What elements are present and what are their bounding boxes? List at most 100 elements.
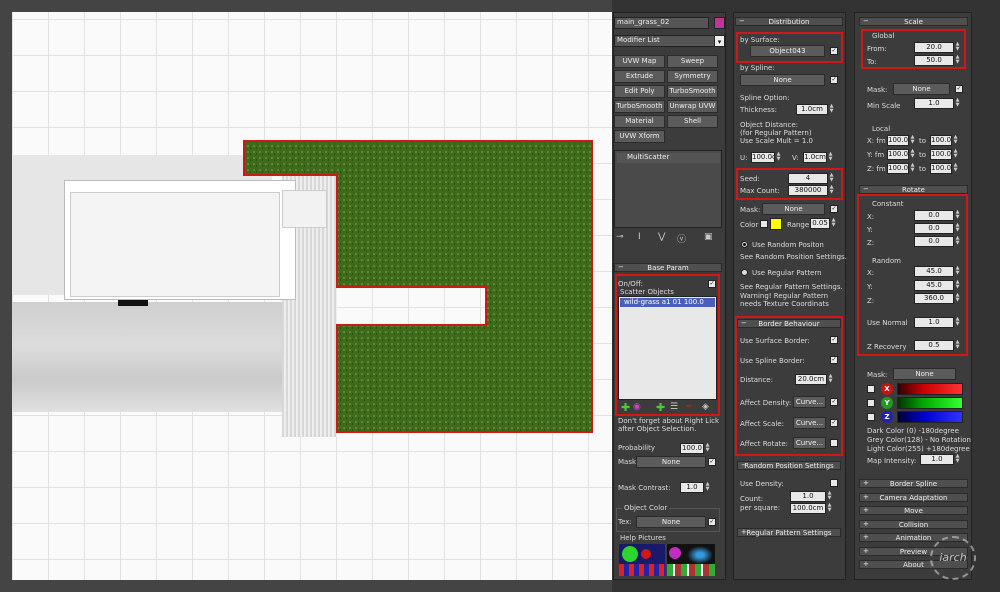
pin-stack-icon[interactable]: ⊸ bbox=[616, 232, 624, 242]
mask-checkbox[interactable]: ✓ bbox=[708, 458, 716, 466]
tex-map-button[interactable]: None bbox=[636, 516, 706, 528]
modifier-button-sweep[interactable]: Sweep bbox=[667, 55, 718, 68]
modifier-button-extrude[interactable]: Extrude bbox=[614, 70, 665, 83]
viewport[interactable] bbox=[0, 0, 612, 592]
z-map-swatch[interactable] bbox=[897, 411, 963, 423]
mask-label: Mask bbox=[618, 458, 637, 466]
local-z-from-spinner[interactable]: ▲ ▼ bbox=[910, 163, 915, 174]
rollout-border-spline[interactable]: + Border Spline bbox=[859, 479, 968, 488]
dist-mask-checkbox[interactable]: ✓ bbox=[830, 205, 838, 213]
modifier-button-turbosmooth[interactable]: TurboSmooth bbox=[614, 100, 665, 113]
color-swatch[interactable] bbox=[770, 218, 782, 230]
color-checkbox[interactable] bbox=[760, 220, 768, 228]
global-scale-highlight bbox=[861, 29, 966, 69]
see-random-label: See Random Position Settings. bbox=[740, 253, 847, 261]
rollout-collision[interactable]: + Collision bbox=[859, 519, 968, 529]
map-intensity-spinner[interactable]: ▲ ▼ bbox=[955, 454, 960, 465]
min-scale-field[interactable]: 1.0 bbox=[914, 98, 954, 109]
y-map-checkbox[interactable] bbox=[867, 399, 875, 407]
spline-object-button[interactable]: None bbox=[740, 74, 825, 86]
per-square-spinner[interactable]: ▲ ▼ bbox=[827, 503, 832, 514]
local-x-from-spinner[interactable]: ▲ ▼ bbox=[910, 135, 915, 146]
z-axis-icon: Z bbox=[881, 411, 893, 423]
mask-contrast-field[interactable]: 1.0 bbox=[680, 482, 704, 493]
object-name-field[interactable]: main_grass_02 bbox=[614, 17, 709, 29]
modifier-button-unwrap-uvw[interactable]: Unwrap UVW bbox=[667, 100, 718, 113]
modifier-list-dropdown[interactable]: Modifier List bbox=[614, 35, 717, 47]
rollout-camera-adaptation[interactable]: + Camera Adaptation bbox=[859, 492, 968, 502]
random-position-radio[interactable] bbox=[741, 241, 748, 248]
object-color-swatch[interactable] bbox=[714, 17, 725, 29]
show-end-result-icon[interactable]: Ⅰ bbox=[638, 232, 641, 242]
u-spinner[interactable]: ▲ ▼ bbox=[776, 152, 781, 163]
count-spinner[interactable]: ▲ ▼ bbox=[827, 491, 832, 502]
configure-sets-icon[interactable]: ▣ bbox=[704, 232, 713, 242]
help-picture-1[interactable] bbox=[619, 544, 665, 576]
dist-mask-label: Mask: bbox=[740, 206, 761, 214]
use-random-label: Use Random Positon bbox=[752, 241, 824, 249]
stack-item-multiscatter[interactable]: MultiScatter bbox=[617, 153, 720, 163]
map-intensity-field[interactable]: 1.0 bbox=[920, 454, 954, 465]
range-spinner[interactable]: ▲ ▼ bbox=[831, 218, 836, 229]
probability-field[interactable]: 100.0 bbox=[680, 443, 704, 454]
regular-pattern-header[interactable]: + Regular Pattern Settings bbox=[737, 528, 841, 537]
modifier-button-material[interactable]: Material bbox=[614, 115, 665, 128]
local-x-to[interactable]: 100.0 bbox=[930, 135, 952, 146]
local-x-from[interactable]: 100.0 bbox=[887, 135, 909, 146]
min-scale-spinner[interactable]: ▲ ▼ bbox=[955, 98, 960, 109]
scale-mask-checkbox[interactable]: ✓ bbox=[955, 85, 963, 93]
u-field[interactable]: 100.0cr bbox=[751, 152, 775, 163]
modifier-button-uvw-xform[interactable]: UVW Xform bbox=[614, 130, 665, 143]
mask-contrast-spinner[interactable]: ▲ ▼ bbox=[705, 482, 710, 493]
rotate-header[interactable]: − Rotate bbox=[859, 185, 968, 194]
scale-header[interactable]: − Scale bbox=[859, 17, 968, 26]
thickness-spinner[interactable]: ▲ ▼ bbox=[829, 104, 834, 115]
see-regular-label: See Regular Pattern Settings. bbox=[740, 283, 843, 291]
chevron-down-icon[interactable]: ▾ bbox=[714, 35, 725, 47]
tex-checkbox[interactable]: ✓ bbox=[708, 518, 716, 526]
help-picture-2[interactable] bbox=[667, 544, 715, 576]
v-spinner[interactable]: ▲ ▼ bbox=[828, 152, 833, 163]
count-field[interactable]: 1.0 bbox=[790, 491, 826, 502]
make-unique-icon[interactable]: ⋁ bbox=[658, 232, 665, 242]
per-square-field[interactable]: 100.0cm bbox=[790, 503, 826, 514]
v-field[interactable]: 1.0cm bbox=[803, 152, 827, 163]
local-z-to[interactable]: 100.0 bbox=[930, 163, 952, 174]
modifier-button-turbosmooth[interactable]: TurboSmooth bbox=[667, 85, 718, 98]
local-y-to-spinner[interactable]: ▲ ▼ bbox=[953, 149, 958, 160]
use-density-checkbox[interactable] bbox=[830, 479, 838, 487]
regular-pattern-radio[interactable] bbox=[741, 269, 748, 276]
warning-line-1: Warning! Regular Pattern bbox=[740, 292, 829, 300]
local-y-from[interactable]: 100.0 bbox=[887, 149, 909, 160]
mask-map-button[interactable]: None bbox=[636, 456, 706, 468]
range-field[interactable]: 0.05 bbox=[810, 218, 830, 229]
x-map-checkbox[interactable] bbox=[867, 385, 875, 393]
z-map-checkbox[interactable] bbox=[867, 413, 875, 421]
local-y-to[interactable]: 100.0 bbox=[930, 149, 952, 160]
modifier-button-symmetry[interactable]: Symmetry bbox=[667, 70, 718, 83]
base-param-header[interactable]: − Base Param bbox=[614, 263, 722, 272]
x-axis-icon: X bbox=[881, 383, 893, 395]
x-map-swatch[interactable] bbox=[897, 383, 963, 395]
modifier-button-edit-poly[interactable]: Edit Poly bbox=[614, 85, 665, 98]
probability-spinner[interactable]: ▲ ▼ bbox=[705, 443, 710, 454]
rotate-mask-button[interactable]: None bbox=[893, 368, 956, 380]
distribution-header[interactable]: − Distribution bbox=[735, 17, 843, 26]
grass-selection[interactable] bbox=[12, 12, 612, 580]
thickness-field[interactable]: 1.0cm bbox=[796, 104, 828, 115]
help-pictures-label: Help Pictures bbox=[620, 534, 666, 542]
rollout-move[interactable]: + Move bbox=[859, 506, 968, 515]
local-y-from-spinner[interactable]: ▲ ▼ bbox=[910, 149, 915, 160]
local-x-to-spinner[interactable]: ▲ ▼ bbox=[953, 135, 958, 146]
local-z-to-spinner[interactable]: ▲ ▼ bbox=[953, 163, 958, 174]
scale-mask-button[interactable]: None bbox=[893, 83, 950, 95]
local-z-from[interactable]: 100.0 bbox=[887, 163, 909, 174]
spline-checkbox[interactable]: ✓ bbox=[830, 76, 838, 84]
dist-mask-button[interactable]: None bbox=[762, 203, 825, 215]
y-map-swatch[interactable] bbox=[897, 397, 963, 409]
remove-modifier-icon[interactable]: ⓥ bbox=[677, 232, 686, 245]
modifier-button-shell[interactable]: Shell bbox=[667, 115, 718, 128]
random-position-header[interactable]: − Random Position Settings bbox=[737, 461, 841, 470]
modifier-button-uvw-map[interactable]: UVW Map bbox=[614, 55, 665, 68]
warning-line-2: needs Texture Coordinats bbox=[740, 300, 829, 308]
